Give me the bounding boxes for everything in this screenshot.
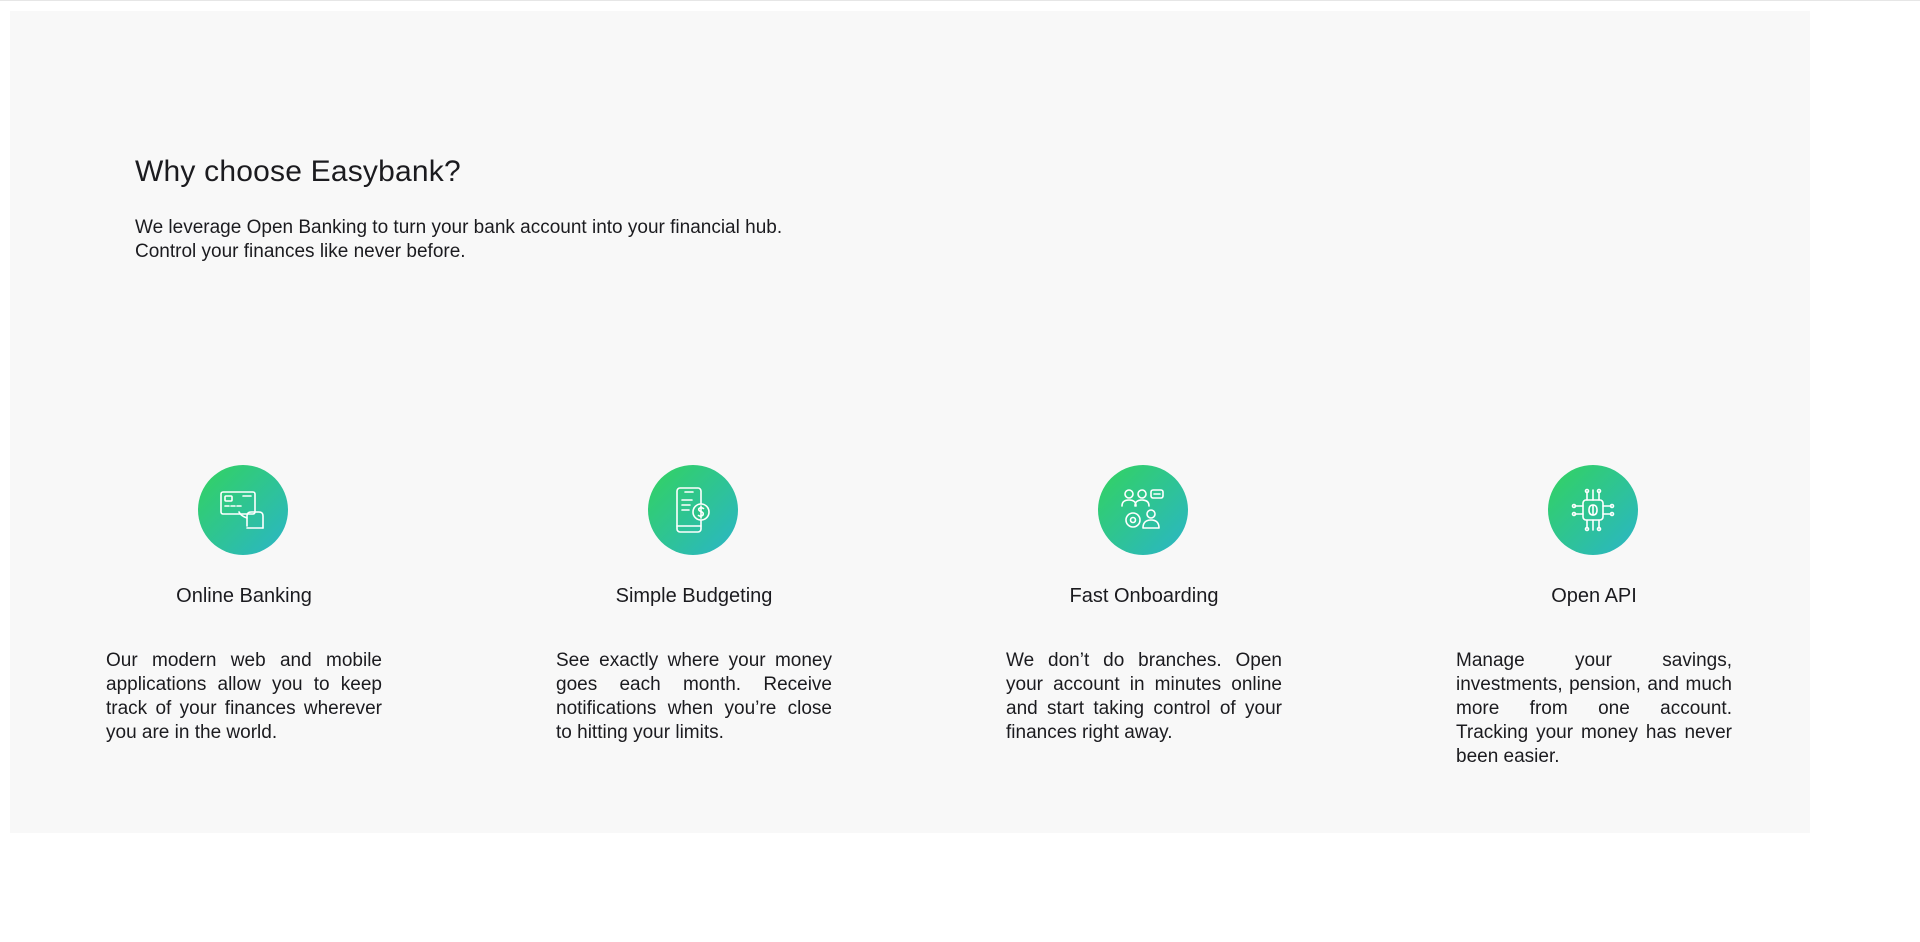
onboarding-icon — [1098, 465, 1188, 555]
feature-description: We don’t do branches. Open your account … — [1006, 650, 1282, 743]
features-section: Why choose Easybank? We leverage Open Ba… — [10, 11, 1810, 833]
feature-title: Open API — [1551, 585, 1637, 607]
budgeting-icon — [648, 465, 738, 555]
section-heading: Why choose Easybank? — [135, 155, 461, 188]
online-banking-icon — [198, 465, 288, 555]
top-divider — [0, 0, 1920, 1]
api-icon — [1548, 465, 1638, 555]
intro-line-2: Control your finances like never before. — [135, 241, 466, 262]
feature-description: Manage your savings, investments, pensio… — [1456, 650, 1732, 767]
feature-title: Online Banking — [176, 585, 312, 607]
feature-title: Fast Onboarding — [1069, 585, 1219, 607]
feature-title: Simple Budgeting — [615, 585, 773, 607]
section-intro: We leverage Open Banking to turn your ba… — [135, 216, 895, 264]
intro-line-1: We leverage Open Banking to turn your ba… — [135, 217, 783, 238]
feature-description: See exactly where your money goes each m… — [556, 650, 832, 743]
feature-description: Our modern web and mobile applications a… — [106, 650, 382, 743]
